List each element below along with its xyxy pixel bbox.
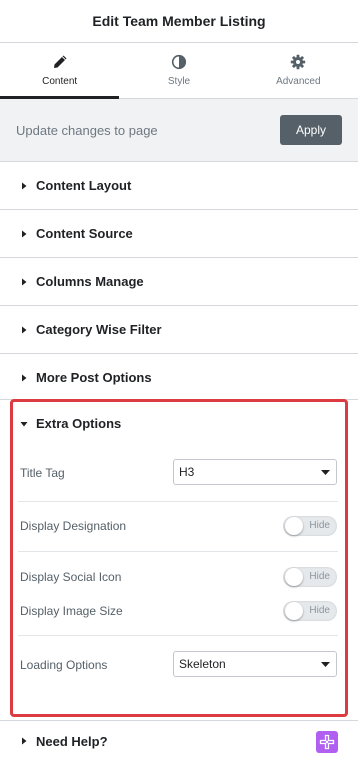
extra-options-panel: Extra Options Title Tag H3 Display Desig…	[10, 399, 348, 717]
caret-right-icon	[22, 737, 27, 745]
caret-right-icon	[22, 374, 27, 381]
separator	[18, 635, 338, 636]
panel-title: Edit Team Member Listing	[92, 13, 266, 29]
caret-right-icon	[22, 230, 27, 237]
toggle-state-label: Hide	[309, 605, 330, 616]
section-category-wise-filter[interactable]: Category Wise Filter	[0, 305, 358, 353]
loading-options-label: Loading Options	[20, 658, 108, 672]
tab-style[interactable]: Style	[119, 43, 238, 98]
pencil-icon	[53, 55, 67, 68]
tab-content[interactable]: Content	[0, 43, 120, 99]
need-help-section[interactable]: Need Help?	[0, 720, 358, 761]
section-more-post-options[interactable]: More Post Options	[0, 353, 358, 401]
tab-bar: Content Style Advanced	[0, 43, 358, 99]
display-social-icon-label: Display Social Icon	[20, 570, 122, 584]
section-content-layout[interactable]: Content Layout	[0, 161, 358, 209]
tab-advanced-label: Advanced	[276, 76, 321, 87]
tab-advanced[interactable]: Advanced	[239, 43, 358, 98]
section-title: More Post Options	[36, 370, 152, 385]
toggle-knob	[285, 517, 303, 535]
loading-options-value: Skeleton	[179, 657, 226, 671]
section-columns-manage[interactable]: Columns Manage	[0, 257, 358, 305]
gear-icon	[291, 54, 306, 70]
update-changes-row: Update changes to page Apply	[0, 99, 358, 161]
half-circle-icon	[171, 54, 187, 70]
extra-options-header[interactable]: Extra Options	[20, 416, 121, 431]
caret-right-icon	[22, 326, 27, 333]
section-title: Category Wise Filter	[36, 322, 162, 337]
apply-button[interactable]: Apply	[280, 115, 342, 145]
tab-style-label: Style	[167, 76, 191, 87]
toggle-state-label: Hide	[309, 520, 330, 531]
display-image-size-label: Display Image Size	[20, 604, 123, 618]
update-changes-text: Update changes to page	[16, 122, 158, 138]
loading-options-select[interactable]: Skeleton	[173, 651, 337, 677]
help-plus-icon[interactable]	[316, 731, 338, 753]
toggle-knob	[285, 568, 303, 586]
separator	[18, 501, 338, 502]
caret-down-icon	[20, 421, 28, 426]
panel-header: Edit Team Member Listing	[0, 0, 358, 43]
caret-right-icon	[22, 182, 27, 189]
section-title: Columns Manage	[36, 274, 144, 289]
extra-options-title: Extra Options	[36, 416, 122, 431]
display-designation-label: Display Designation	[20, 519, 127, 533]
chevron-down-icon	[321, 470, 330, 475]
section-title: Content Layout	[36, 178, 132, 193]
section-content-source[interactable]: Content Source	[0, 209, 358, 257]
title-tag-label: Title Tag	[20, 466, 65, 480]
display-designation-toggle[interactable]: Hide	[283, 516, 337, 536]
toggle-state-label: Hide	[309, 571, 330, 582]
tab-content-label: Content	[42, 76, 78, 87]
need-help-title: Need Help?	[36, 733, 108, 749]
display-social-icon-toggle[interactable]: Hide	[283, 567, 337, 587]
toggle-knob	[285, 602, 303, 620]
separator	[18, 551, 338, 552]
plus-cross-icon	[319, 734, 335, 750]
title-tag-select[interactable]: H3	[173, 459, 337, 485]
chevron-down-icon	[321, 662, 330, 667]
section-title: Content Source	[36, 226, 133, 241]
caret-right-icon	[22, 278, 27, 285]
title-tag-value: H3	[179, 465, 195, 479]
display-image-size-toggle[interactable]: Hide	[283, 601, 337, 621]
